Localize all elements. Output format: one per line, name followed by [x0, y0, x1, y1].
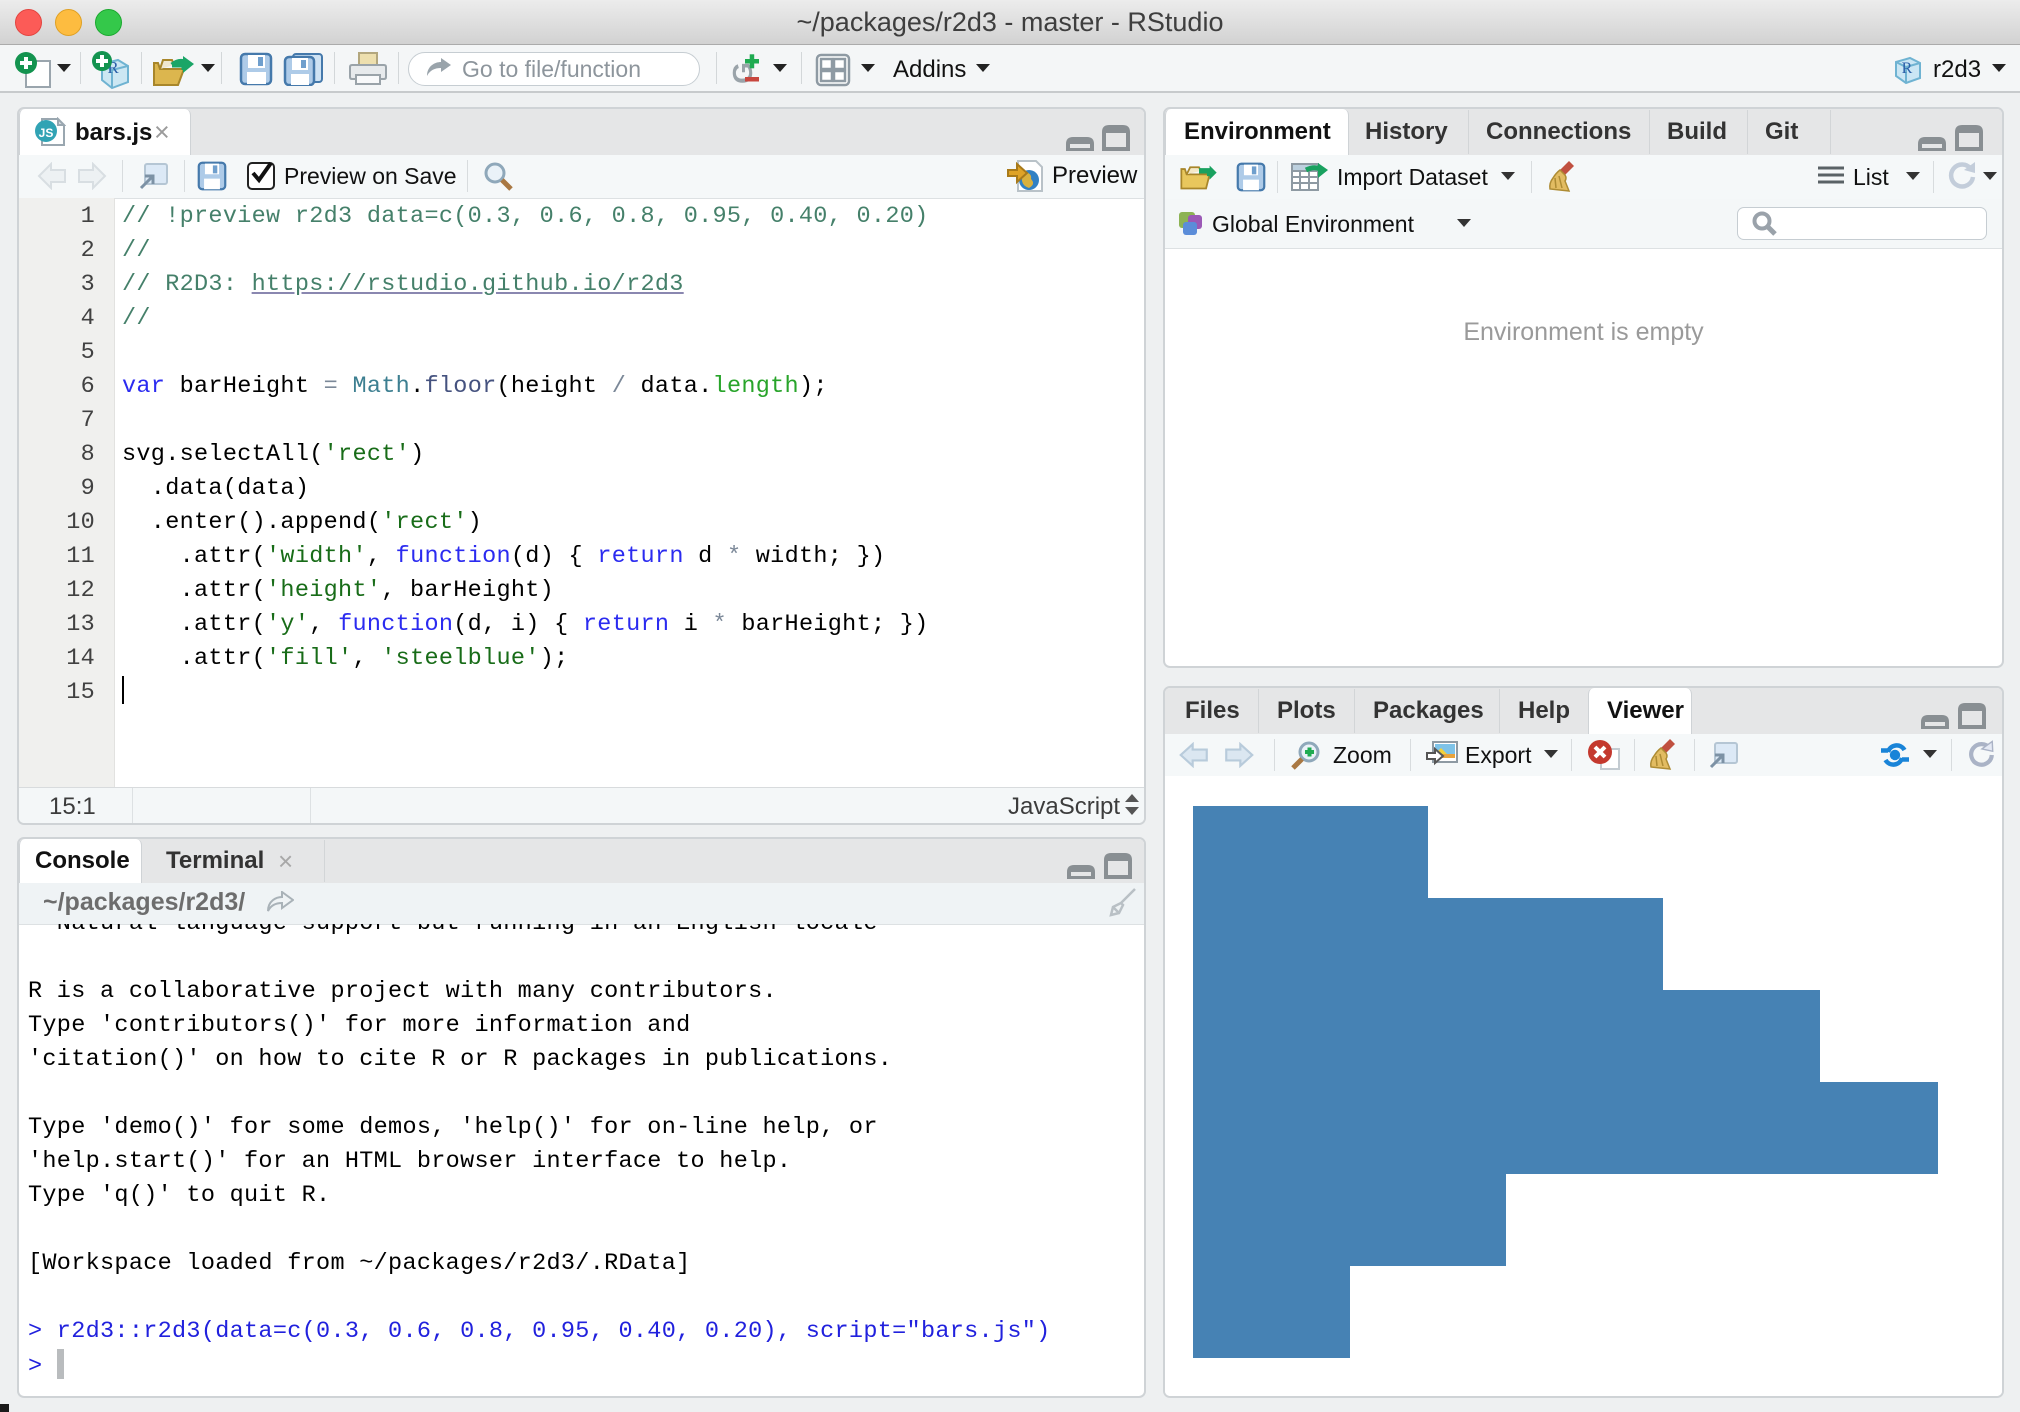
svg-text:JS: JS — [39, 126, 54, 140]
svg-text:R: R — [1902, 60, 1913, 77]
